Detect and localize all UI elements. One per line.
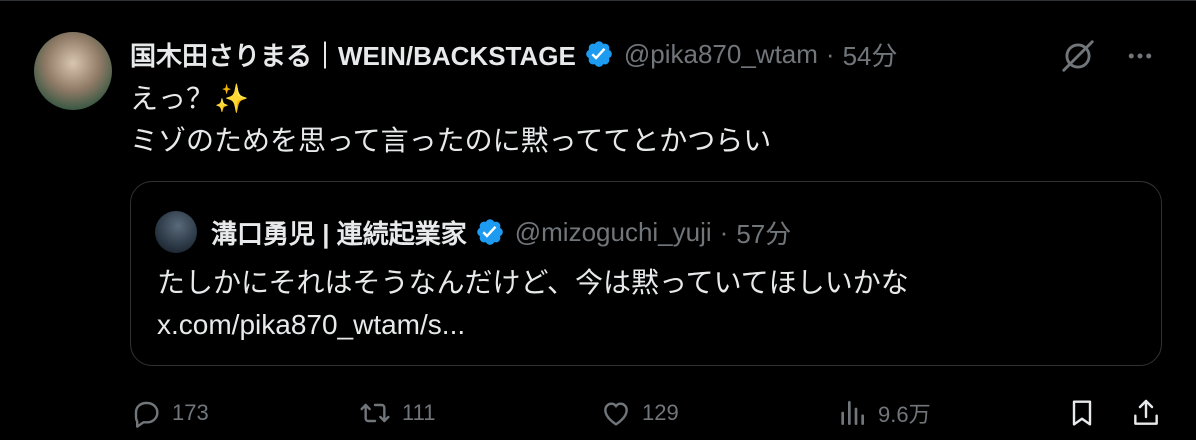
- reply-count: 173: [172, 400, 209, 425]
- share-icon: [1130, 397, 1162, 429]
- bookmark-icon: [1066, 397, 1098, 429]
- bookmark-button[interactable]: [1066, 390, 1098, 436]
- reply-icon: [130, 397, 162, 429]
- more-icon[interactable]: [1120, 36, 1160, 76]
- tweet-header: 国木田さりまる｜WEIN/BACKSTAGE @pika870_wtam · 5…: [130, 36, 898, 72]
- views-icon: [836, 397, 868, 429]
- header-actions: [1058, 36, 1160, 76]
- tweet-actions: 173 111 129 9.6万: [130, 390, 1166, 436]
- share-button[interactable]: [1130, 390, 1162, 436]
- verified-badge-icon: [475, 217, 505, 247]
- like-button[interactable]: 129: [600, 390, 679, 436]
- tweet-timestamp[interactable]: 54分: [843, 36, 898, 73]
- separator-dot: ·: [825, 38, 835, 69]
- quote-timestamp[interactable]: 57分: [736, 214, 791, 251]
- author-display-name[interactable]: 国木田さりまる｜WEIN/BACKSTAGE: [130, 36, 576, 73]
- heart-icon: [600, 397, 632, 429]
- tweet-text-line-2: ミゾのためを思って言ったのに黙っててとかつらい: [130, 125, 772, 156]
- grok-icon[interactable]: [1058, 36, 1098, 76]
- views-button[interactable]: 9.6万: [836, 390, 931, 436]
- quote-link[interactable]: x.com/pika870_wtam/s...: [157, 304, 909, 346]
- tweet-text: えっ？✨ ミゾのためを思って言ったのに黙っててとかつらい: [130, 78, 771, 162]
- quote-text-line-1: たしかにそれはそうなんだけど、今は黙っていてほしいかな: [157, 267, 909, 298]
- like-count: 129: [642, 400, 679, 425]
- author-avatar[interactable]: [34, 32, 112, 110]
- quote-header: 溝口勇児 | 連続起業家 @mizoguchi_yuji · 57分: [155, 211, 791, 253]
- tweet-text-line-1: えっ？✨: [130, 83, 249, 114]
- reply-button[interactable]: 173: [130, 390, 209, 436]
- quote-author-avatar[interactable]: [155, 211, 197, 253]
- top-divider: [0, 0, 1196, 1]
- verified-badge-icon: [584, 39, 614, 69]
- author-handle[interactable]: @pika870_wtam: [624, 39, 818, 70]
- views-count: 9.6万: [878, 402, 931, 427]
- quote-text: たしかにそれはそうなんだけど、今は黙っていてほしいかな x.com/pika87…: [157, 262, 909, 346]
- quoted-tweet[interactable]: 溝口勇児 | 連続起業家 @mizoguchi_yuji · 57分 たしかにそ…: [130, 181, 1162, 366]
- repost-icon: [358, 397, 392, 429]
- quote-author-handle[interactable]: @mizoguchi_yuji: [515, 217, 712, 248]
- separator-dot: ·: [719, 216, 729, 247]
- quote-author-display-name[interactable]: 溝口勇児 | 連続起業家: [211, 214, 467, 251]
- repost-count: 111: [402, 400, 436, 425]
- repost-button[interactable]: 111: [358, 390, 435, 436]
